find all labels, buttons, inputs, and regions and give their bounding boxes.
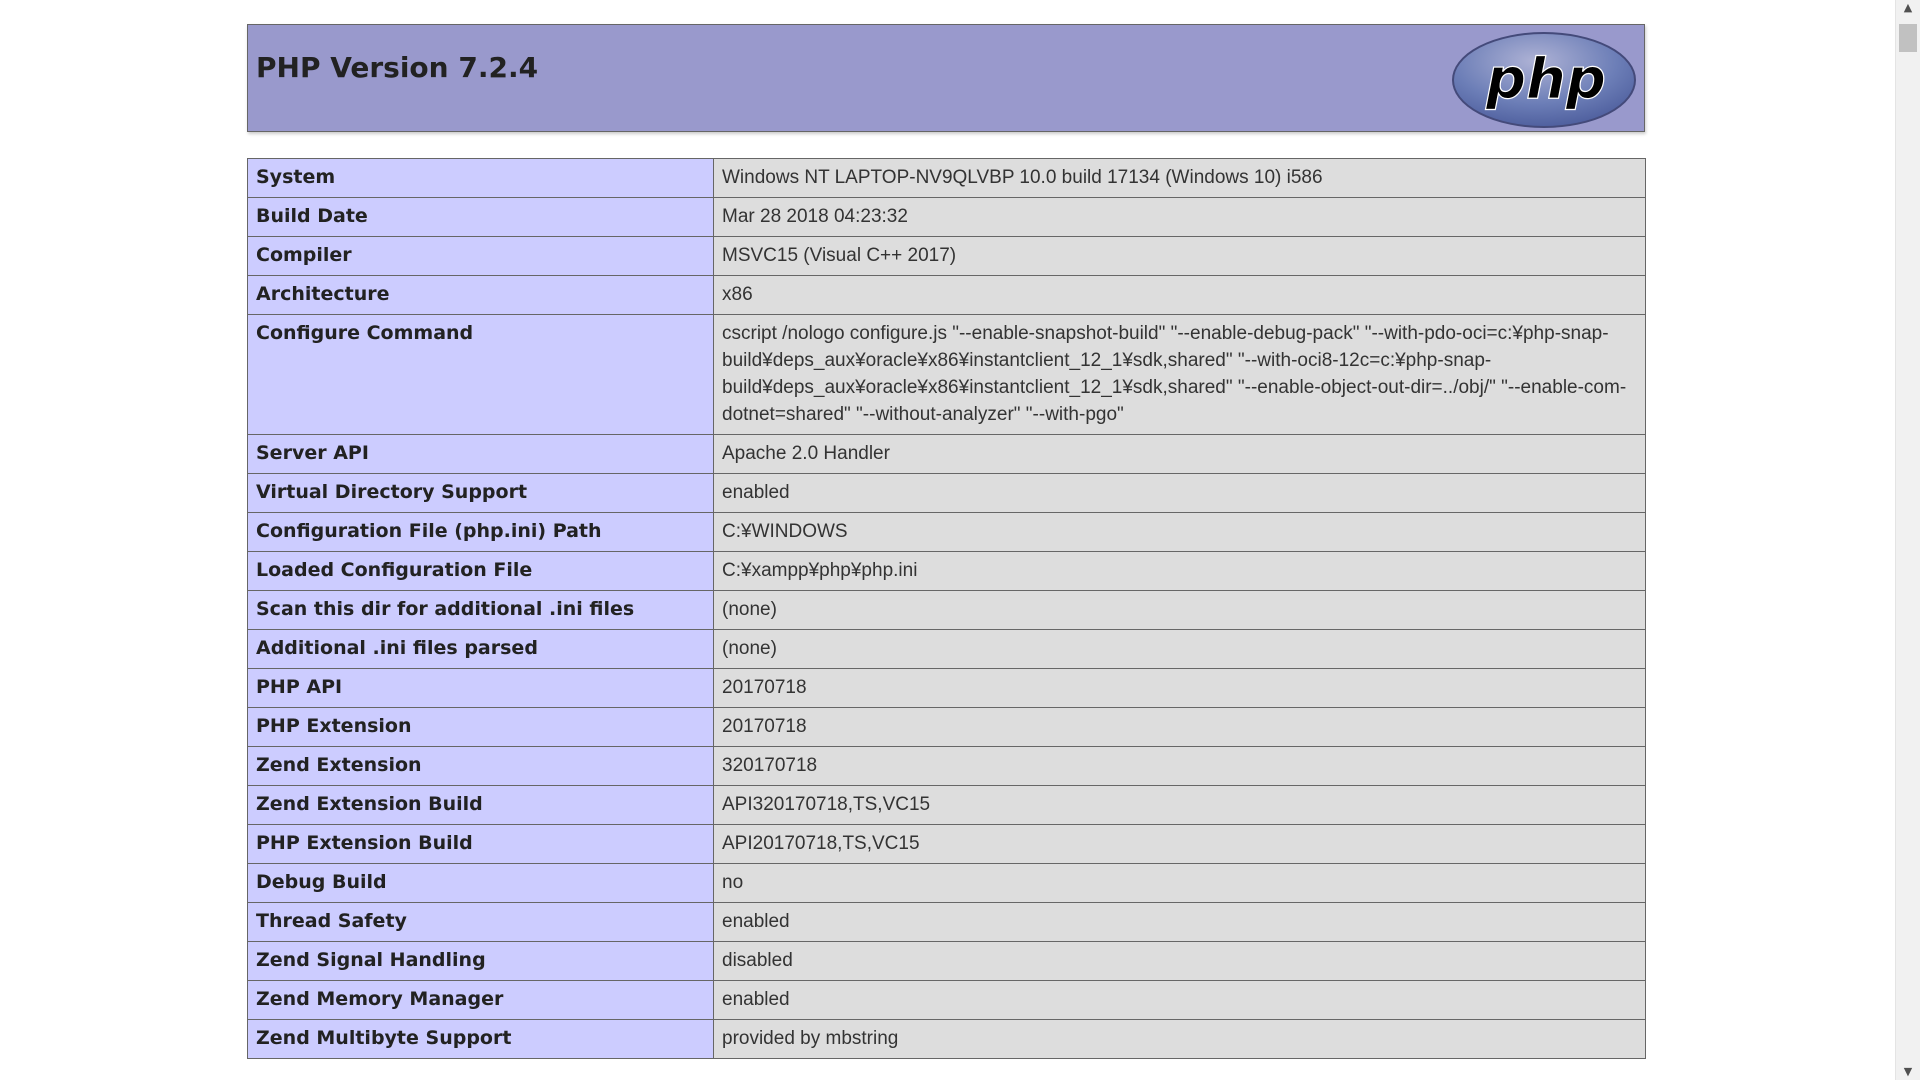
info-value: provided by mbstring <box>713 1019 1646 1059</box>
info-label: Thread Safety <box>247 902 714 942</box>
info-row: PHP API 20170718 <box>247 668 1646 708</box>
system-info-table: System Windows NT LAPTOP-NV9QLVBP 10.0 bu… <box>247 158 1646 1059</box>
info-label: Scan this dir for additional .ini files <box>247 590 714 630</box>
info-row: Configuration File (php.ini) Path C:¥WIND… <box>247 512 1646 552</box>
info-row: Virtual Directory Support enabled <box>247 473 1646 513</box>
info-row: Zend Multibyte Support provided by mbstri… <box>247 1019 1646 1059</box>
info-row: Additional .ini files parsed (none) <box>247 629 1646 669</box>
info-label: Debug Build <box>247 863 714 903</box>
info-value: API20170718,TS,VC15 <box>713 824 1646 864</box>
info-value: no <box>713 863 1646 903</box>
info-value: C:¥xampp¥php¥php.ini <box>713 551 1646 591</box>
info-row: Scan this dir for additional .ini files(… <box>247 590 1646 630</box>
info-label: Zend Multibyte Support <box>247 1019 714 1059</box>
info-row: Architecture x86 <box>247 275 1646 315</box>
info-row: Zend Memory Manager enabled <box>247 980 1646 1020</box>
info-value: enabled <box>713 473 1646 513</box>
info-label: Virtual Directory Support <box>247 473 714 513</box>
scroll-up-arrow-icon[interactable]: ▲ <box>1896 0 1920 16</box>
info-value: 320170718 <box>713 746 1646 786</box>
info-row: PHP Extension Build API20170718,TS,VC15 <box>247 824 1646 864</box>
info-label: Build Date <box>247 197 714 237</box>
info-label: Additional .ini files parsed <box>247 629 714 669</box>
info-label: Zend Signal Handling <box>247 941 714 981</box>
info-label: PHP Extension <box>247 707 714 747</box>
phpinfo-page: PHP Version 7.2.4 php System Windows NT L… <box>0 0 1895 1080</box>
info-value: x86 <box>713 275 1646 315</box>
info-label: Compiler <box>247 236 714 276</box>
info-value: 20170718 <box>713 707 1646 747</box>
php-logo: php <box>1452 32 1636 128</box>
info-value: 20170718 <box>713 668 1646 708</box>
info-value: API320170718,TS,VC15 <box>713 785 1646 825</box>
info-value: Mar 28 2018 04:23:32 <box>713 197 1646 237</box>
info-row: Compiler MSVC15 (Visual C++ 2017) <box>247 236 1646 276</box>
info-label: System <box>247 158 714 198</box>
scrollbar-thumb[interactable] <box>1899 24 1917 52</box>
info-label: Zend Extension Build <box>247 785 714 825</box>
page-title: PHP Version 7.2.4 <box>256 51 539 84</box>
info-value: C:¥WINDOWS <box>713 512 1646 552</box>
info-value: Apache 2.0 Handler <box>713 434 1646 474</box>
info-label: Configuration File (php.ini) Path <box>247 512 714 552</box>
info-label: PHP Extension Build <box>247 824 714 864</box>
info-value: (none) <box>713 629 1646 669</box>
info-value: disabled <box>713 941 1646 981</box>
info-label: Loaded Configuration File <box>247 551 714 591</box>
info-row: PHP Extension 20170718 <box>247 707 1646 747</box>
info-label: Configure Command <box>247 314 714 435</box>
info-value: MSVC15 (Visual C++ 2017) <box>713 236 1646 276</box>
info-value: enabled <box>713 980 1646 1020</box>
info-label: Server API <box>247 434 714 474</box>
info-value: (none) <box>713 590 1646 630</box>
info-row: Loaded Configuration File C:¥xampp¥php¥ph… <box>247 551 1646 591</box>
scroll-down-arrow-icon[interactable]: ▼ <box>1896 1064 1920 1080</box>
info-row: Zend Extension 320170718 <box>247 746 1646 786</box>
info-row: Configure Command cscript /nologo configu… <box>247 314 1646 435</box>
info-row: Thread Safety enabled <box>247 902 1646 942</box>
info-row: Debug Build no <box>247 863 1646 903</box>
info-value: cscript /nologo configure.js "--enable-s… <box>713 314 1646 435</box>
info-label: Architecture <box>247 275 714 315</box>
info-value: Windows NT LAPTOP-NV9QLVBP 10.0 build 17… <box>713 158 1646 198</box>
info-row: Zend Signal Handling disabled <box>247 941 1646 981</box>
info-value: enabled <box>713 902 1646 942</box>
info-row: Server API Apache 2.0 Handler <box>247 434 1646 474</box>
info-row: Build Date Mar 28 2018 04:23:32 <box>247 197 1646 237</box>
info-label: PHP API <box>247 668 714 708</box>
php-version-header: PHP Version 7.2.4 php <box>247 24 1645 132</box>
info-label: Zend Memory Manager <box>247 980 714 1020</box>
svg-text:php: php <box>1485 47 1606 112</box>
info-row: Zend Extension Build API320170718,TS,VC15 <box>247 785 1646 825</box>
vertical-scrollbar[interactable]: ▲ ▼ <box>1895 0 1920 1080</box>
info-label: Zend Extension <box>247 746 714 786</box>
info-row: System Windows NT LAPTOP-NV9QLVBP 10.0 bu… <box>247 158 1646 198</box>
